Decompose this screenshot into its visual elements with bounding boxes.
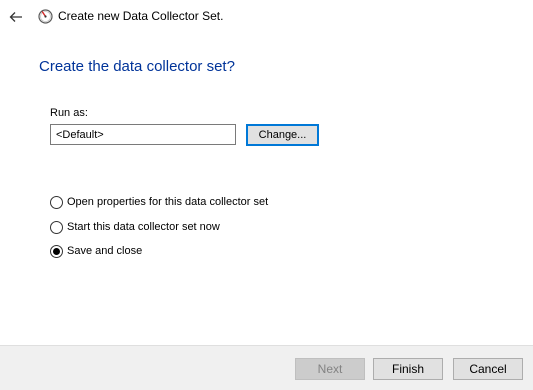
- change-button[interactable]: Change...: [246, 124, 319, 146]
- next-button[interactable]: Next: [295, 358, 365, 380]
- finish-button[interactable]: Finish: [373, 358, 443, 380]
- wizard-footer: Next Finish Cancel: [0, 345, 533, 390]
- radio-label: Open properties for this data collector …: [67, 195, 269, 208]
- radio-save-and-close[interactable]: Save and close: [50, 243, 142, 259]
- wizard-window: Create new Data Collector Set. Create th…: [0, 0, 533, 390]
- radio-button-selected[interactable]: [50, 244, 63, 258]
- radio-label: Save and close: [67, 244, 143, 257]
- performance-monitor-icon: [38, 9, 53, 24]
- back-button[interactable]: [8, 9, 24, 25]
- page-title: Create the data collector set?: [39, 58, 235, 75]
- back-arrow-icon: [9, 12, 22, 22]
- cancel-button[interactable]: Cancel: [453, 358, 523, 380]
- window-title: Create new Data Collector Set.: [58, 9, 224, 23]
- run-as-input[interactable]: [50, 124, 236, 145]
- radio-open-properties[interactable]: Open properties for this data collector …: [50, 194, 268, 210]
- radio-button[interactable]: [50, 220, 63, 234]
- radio-label: Start this data collector set now: [67, 220, 220, 233]
- radio-button[interactable]: [50, 195, 63, 209]
- run-as-label: Run as:: [50, 107, 88, 119]
- radio-start-now[interactable]: Start this data collector set now: [50, 219, 220, 235]
